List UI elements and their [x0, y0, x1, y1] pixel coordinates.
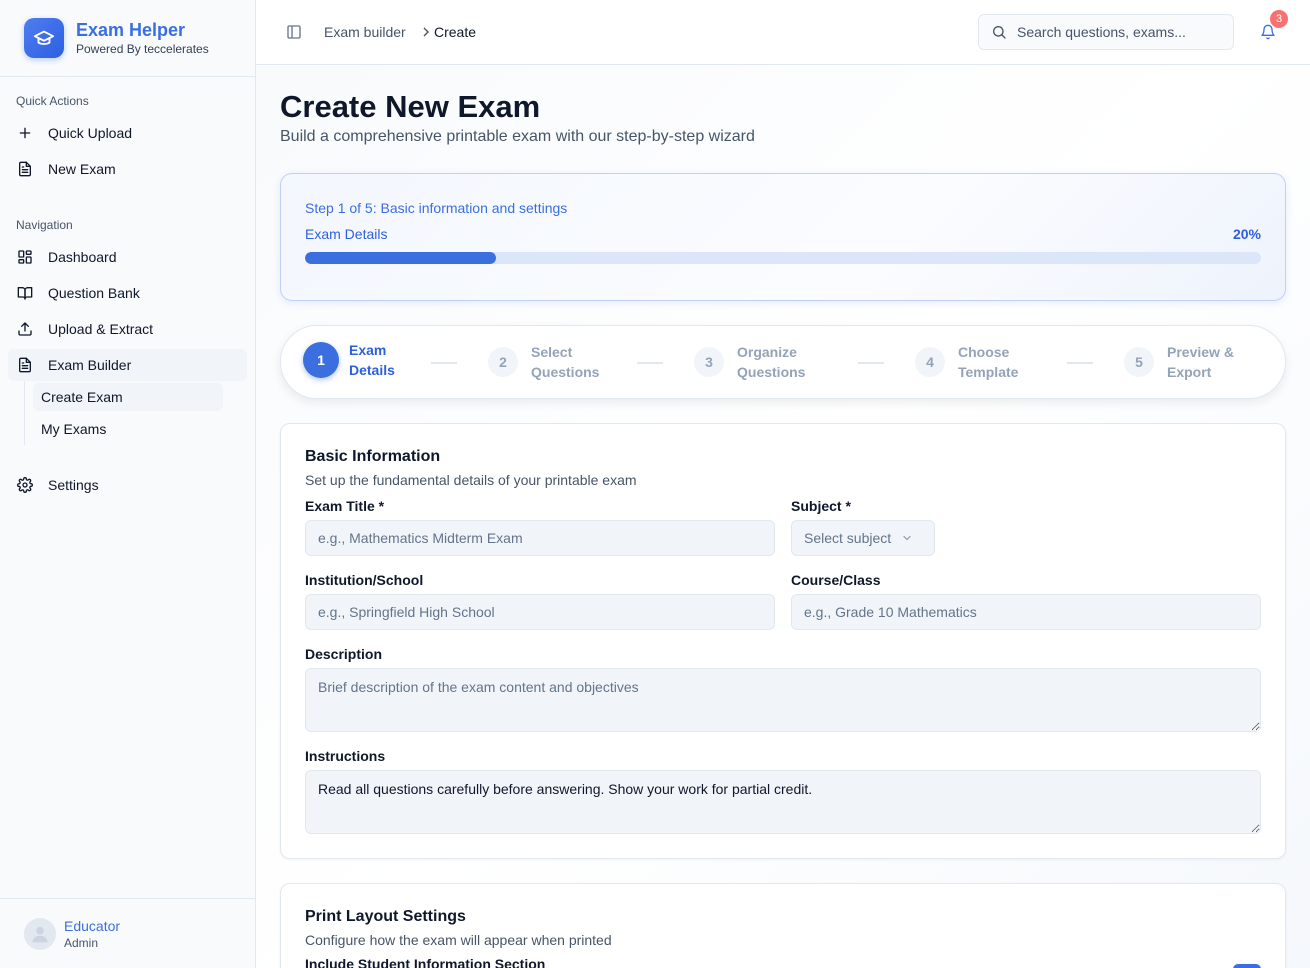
app-title: Exam Helper	[76, 20, 186, 40]
progress-bar	[305, 252, 1261, 264]
step-number: 2	[488, 347, 518, 377]
page-title: Create New Exam	[280, 89, 541, 124]
sidebar-item-question-bank[interactable]: Question Bank	[8, 277, 247, 309]
grid-icon	[17, 249, 33, 265]
chevron-down-icon	[901, 532, 913, 544]
step-4[interactable]: 4 Choose Template	[915, 342, 1038, 382]
sidebar-item-label: Upload & Extract	[48, 321, 154, 337]
sidebar-item-exam-builder[interactable]: Exam Builder	[8, 349, 247, 381]
submenu-divider	[24, 381, 25, 445]
subject-select[interactable]: Select subject	[791, 520, 935, 556]
step-connector	[858, 362, 884, 364]
search-icon	[991, 24, 1007, 40]
notification-badge: 3	[1270, 10, 1288, 28]
step-number: 1	[303, 342, 339, 378]
sidebar-item-upload-extract[interactable]: Upload & Extract	[8, 313, 247, 345]
step-connector	[1067, 362, 1093, 364]
subject-select-value: Select subject	[804, 530, 892, 546]
card-description: Configure how the exam will appear when …	[305, 932, 612, 948]
avatar	[24, 917, 56, 950]
chevron-right-icon	[421, 26, 431, 37]
instructions-textarea[interactable]: Read all questions carefully before answ…	[305, 770, 1261, 834]
step-label: Exam Details	[349, 342, 395, 378]
sidebar-toggle-icon[interactable]	[286, 24, 302, 40]
progress-percent: 20%	[1232, 226, 1261, 242]
gear-icon	[17, 477, 33, 493]
file-text-icon	[17, 357, 33, 373]
breadcrumb-create: Create	[434, 24, 477, 40]
navigation-label: Navigation	[16, 218, 73, 232]
description-label: Description	[305, 646, 383, 662]
app-subtitle: Powered By teccelerates	[76, 42, 209, 56]
page-subtitle: Build a comprehensive printable exam wit…	[280, 128, 755, 145]
basic-information-card: Basic Information Set up the fundamental…	[280, 423, 1286, 859]
progress-card: Step 1 of 5: Basic information and setti…	[280, 173, 1286, 301]
card-title: Basic Information	[305, 448, 441, 465]
search-input[interactable]: Search questions, exams...	[978, 14, 1234, 50]
top-header: Exam builder Create Search questions, ex…	[256, 0, 1310, 65]
student-info-label: Include Student Information Section	[305, 956, 546, 968]
step-connector	[637, 362, 663, 364]
institution-input[interactable]	[305, 594, 775, 630]
institution-label: Institution/School	[305, 572, 424, 588]
card-description: Set up the fundamental details of your p…	[305, 472, 637, 488]
description-textarea[interactable]	[305, 668, 1261, 732]
upload-icon	[17, 321, 33, 337]
sidebar-item-label: Question Bank	[48, 285, 140, 301]
card-title: Print Layout Settings	[305, 908, 466, 925]
plus-icon	[17, 125, 33, 141]
exam-title-input[interactable]	[305, 520, 775, 556]
sidebar-item-new-exam[interactable]: New Exam	[8, 153, 247, 185]
course-label: Course/Class	[791, 572, 881, 588]
sidebar-item-dashboard[interactable]: Dashboard	[8, 241, 247, 273]
sidebar-item-label: New Exam	[48, 161, 116, 177]
sidebar-item-settings[interactable]: Settings	[8, 469, 247, 501]
wizard-stepper: 1 Exam Details 2 Select Questions 3 Orga…	[280, 325, 1286, 399]
step-3[interactable]: 3 Organize Questions	[694, 342, 817, 382]
progress-label: Exam Details	[305, 226, 388, 242]
step-number: 4	[915, 347, 945, 377]
file-text-icon	[17, 161, 33, 177]
step-number: 3	[694, 347, 724, 377]
course-input[interactable]	[791, 594, 1261, 630]
step-label: Choose Template	[958, 344, 1019, 380]
step-1[interactable]: 1 Exam Details	[303, 340, 429, 380]
main-content: Create New Exam Build a comprehensive pr…	[256, 65, 1310, 968]
sidebar-item-label: Settings	[48, 477, 99, 493]
step-5[interactable]: 5 Preview & Export	[1124, 342, 1247, 382]
search-placeholder: Search questions, exams...	[1017, 24, 1186, 40]
step-number: 5	[1124, 347, 1154, 377]
subject-label: Subject *	[791, 498, 851, 514]
sidebar: Exam Helper Powered By teccelerates Quic…	[0, 0, 256, 968]
instructions-label: Instructions	[305, 748, 386, 764]
step-2[interactable]: 2 Select Questions	[488, 342, 611, 382]
user-name: Educator	[64, 917, 121, 934]
brand-header: Exam Helper Powered By teccelerates	[0, 0, 255, 77]
student-info-toggle[interactable]	[1233, 964, 1261, 968]
progress-step-text: Step 1 of 5: Basic information and setti…	[305, 200, 568, 216]
step-label: Preview & Export	[1167, 344, 1234, 380]
step-label: Organize Questions	[737, 344, 806, 380]
sidebar-subitem-my-exams[interactable]: My Exams	[33, 415, 223, 443]
breadcrumb-exam-builder[interactable]: Exam builder	[324, 24, 406, 40]
print-layout-card: Print Layout Settings Configure how the …	[280, 883, 1286, 968]
graduation-cap-icon	[24, 18, 64, 58]
exam-title-label: Exam Title *	[305, 498, 385, 514]
sidebar-item-label: Dashboard	[48, 249, 117, 265]
sidebar-item-label: Quick Upload	[48, 125, 133, 141]
user-profile[interactable]: Educator Admin	[0, 898, 255, 968]
progress-bar-fill	[305, 252, 497, 264]
step-connector	[431, 362, 457, 364]
sidebar-subitem-create-exam[interactable]: Create Exam	[33, 383, 223, 411]
sidebar-item-quick-upload[interactable]: Quick Upload	[8, 117, 247, 149]
quick-actions-label: Quick Actions	[16, 94, 89, 108]
user-role: Admin	[64, 935, 99, 950]
step-label: Select Questions	[531, 344, 600, 380]
sidebar-item-label: Exam Builder	[48, 357, 132, 373]
book-open-icon	[17, 285, 33, 301]
